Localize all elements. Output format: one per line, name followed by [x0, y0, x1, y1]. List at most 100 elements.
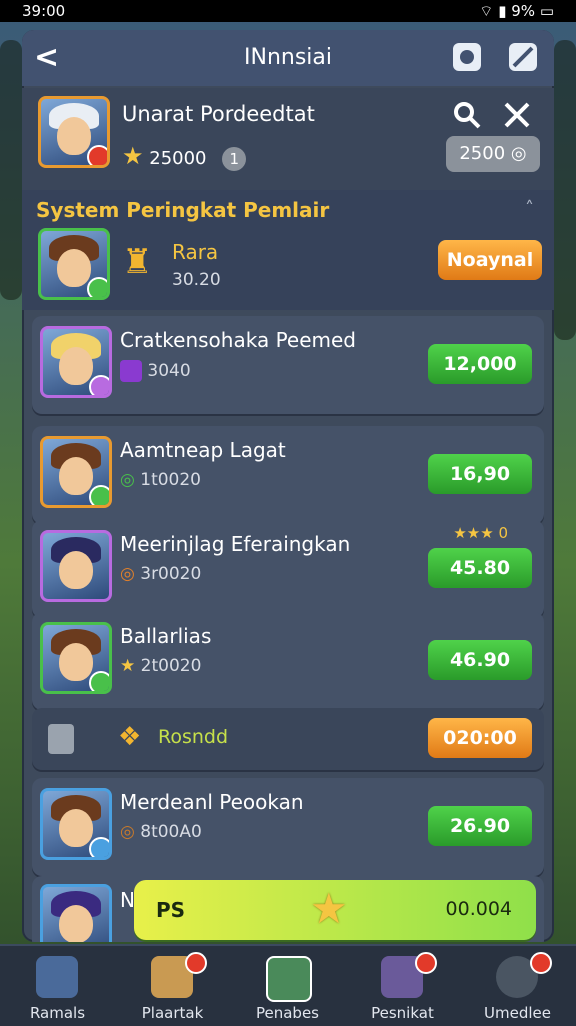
section-title: System Peringkat Pemlair: [36, 198, 330, 222]
player-sub: ◎ 1t0020: [120, 470, 201, 490]
swords-icon[interactable]: [502, 100, 532, 130]
reward-row[interactable]: ❖ Rosndd 020:00: [32, 708, 544, 770]
list-item[interactable]: Merdeanl Peookan ◎ 8t00A0 26.90: [32, 778, 544, 876]
settings-icon[interactable]: [450, 40, 484, 74]
featured-avatar[interactable]: [38, 228, 110, 300]
player-sub: ◎ 3r0020: [120, 564, 201, 584]
player-score: 2t0020: [140, 656, 202, 676]
player-avatar: [40, 788, 112, 860]
clipboard-icon: [48, 724, 74, 754]
tools-icon[interactable]: [506, 40, 540, 74]
player-score: 3r0020: [140, 564, 202, 584]
status-icons: ⌔ ▮ 9% ▭: [479, 0, 554, 22]
nav-item-umedlee[interactable]: Umedlee: [460, 950, 575, 1026]
nav-item-ramals[interactable]: Ramals: [0, 950, 115, 1026]
coin-counter[interactable]: 2500 ◎: [446, 136, 540, 172]
plus-badge-icon: [87, 277, 107, 297]
character-icon: [266, 956, 312, 1002]
notification-dot: [415, 952, 437, 974]
target-icon: ◎: [120, 822, 135, 842]
player-name: Merdeanl Peookan: [120, 790, 304, 814]
player-score: 1t0020: [140, 470, 201, 490]
reward-name: Rosndd: [158, 726, 229, 748]
target-icon: ◎: [120, 564, 135, 584]
battery-icon: ▭: [539, 2, 554, 20]
player-score-value: 25000: [149, 148, 207, 169]
star-icon: ★: [122, 142, 144, 170]
player-name: Meerinjlag Eferaingkan: [120, 532, 351, 556]
top-bar: < INnnsiai: [22, 30, 554, 86]
player-sub: ◎ 8t00A0: [120, 822, 202, 842]
ps-value: 00.004: [445, 898, 512, 920]
featured-name: Rara: [172, 240, 219, 264]
score-button[interactable]: 26.90: [428, 806, 532, 846]
player-name: N: [120, 888, 135, 912]
coin-value: 2500: [459, 143, 506, 164]
ranking-section-header: System Peringkat Pemlair ˄ ♜ Rara 30.20 …: [22, 190, 554, 310]
player-level-badge: 1: [222, 147, 247, 171]
gift-icon: ❖: [118, 722, 142, 752]
nav-label: Umedlee: [484, 1004, 551, 1022]
nav-label: Penabes: [255, 1004, 319, 1022]
status-bar: 39:00 ⌔ ▮ 9% ▭: [0, 0, 576, 22]
nav-label: Pesnikat: [371, 1004, 434, 1022]
target-icon: ◎: [120, 470, 135, 490]
list-item[interactable]: Cratkensohaka Peemed 3040 12,000: [32, 316, 544, 414]
featured-sub: 30.20: [172, 270, 221, 290]
player-name: Unarat Pordeedtat: [122, 102, 315, 126]
player-name: Aamtneap Lagat: [120, 438, 286, 462]
ranking-panel: < INnnsiai Unarat Pordeedtat ★ 25000 1 2…: [22, 30, 554, 942]
bottom-nav: Ramals Plaartak Penabes Pesnikat Umedlee: [0, 944, 576, 1026]
background-game-scene-left: [0, 40, 22, 300]
player-sub: ★ 2t0020: [120, 656, 201, 676]
featured-button[interactable]: Noaynal: [438, 240, 542, 280]
rating-stars: ★★★ 0: [453, 524, 508, 542]
nav-item-penabes[interactable]: Penabes: [230, 950, 345, 1026]
rank-badge-icon: [89, 375, 109, 395]
home-icon: [36, 956, 78, 998]
player-name: Cratkensohaka Peemed: [120, 328, 357, 352]
score-button[interactable]: 45.80: [428, 548, 532, 588]
wifi-icon: ⌔: [479, 2, 494, 20]
notification-dot: [185, 952, 207, 974]
list-item[interactable]: Ballarlias ★ 2t0020 46.90: [32, 612, 544, 710]
player-name: Ballarlias: [120, 624, 212, 648]
player-sub: 3040: [120, 360, 191, 382]
nav-item-pesnikat[interactable]: Pesnikat: [345, 950, 460, 1026]
star-icon: ★: [310, 884, 348, 933]
plus-badge-icon: [89, 485, 109, 505]
search-icon[interactable]: [452, 100, 482, 130]
ps-label: PS: [156, 898, 186, 922]
player-avatar: [40, 622, 112, 694]
status-badge-icon: [89, 671, 109, 691]
reward-button[interactable]: 020:00: [428, 718, 532, 758]
nav-label: Ramals: [29, 1004, 86, 1022]
player-avatar[interactable]: [38, 96, 110, 168]
player-avatar: [40, 530, 112, 602]
background-game-scene-right: [554, 40, 576, 340]
nav-item-plaartak[interactable]: Plaartak: [115, 950, 230, 1026]
list-item[interactable]: Meerinjlag Eferaingkan ◎ 3r0020 ★★★ 0 45…: [32, 520, 544, 618]
gem-icon: [120, 360, 142, 382]
battery-percent: 9%: [511, 2, 536, 20]
player-avatar: [40, 326, 112, 398]
status-time: 39:00: [22, 2, 66, 20]
player-score: 3040: [147, 361, 191, 381]
notification-dot: [530, 952, 552, 974]
player-avatar: [40, 884, 112, 942]
score-button[interactable]: 16,90: [428, 454, 532, 494]
coin-icon: ◎: [510, 143, 527, 164]
player-avatar: [40, 436, 112, 508]
signal-icon: ▮: [498, 2, 507, 20]
nav-label: Plaartak: [141, 1004, 204, 1022]
player-score: ★ 25000 1: [122, 142, 247, 171]
star-icon: ★: [120, 656, 136, 676]
trophy-icon: ♜: [122, 242, 153, 282]
collapse-icon[interactable]: ˄: [525, 198, 534, 219]
score-button[interactable]: 12,000: [428, 344, 532, 384]
ps-progress-bar[interactable]: PS ★ 00.004: [134, 880, 536, 940]
list-item[interactable]: Aamtneap Lagat ◎ 1t0020 16,90: [32, 426, 544, 524]
player-score: 8t00A0: [140, 822, 202, 842]
status-badge-icon: [89, 837, 109, 857]
score-button[interactable]: 46.90: [428, 640, 532, 680]
